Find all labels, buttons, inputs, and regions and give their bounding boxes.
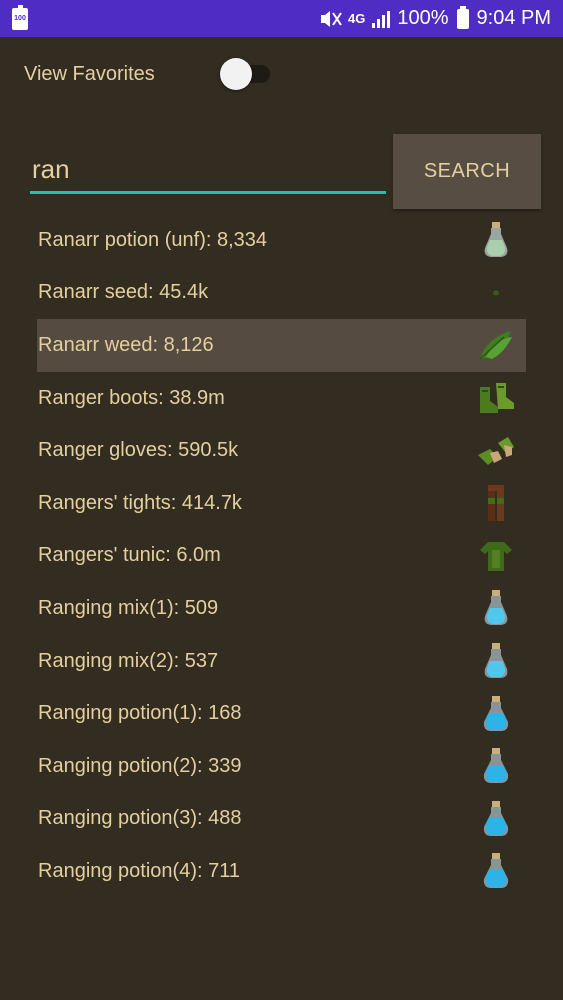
mute-vibrate-icon [318, 8, 342, 30]
result-item-text: Ranger gloves: 590.5k [38, 439, 239, 462]
status-bar: 100 4G 100% 9:04 PM [0, 0, 563, 37]
result-item[interactable]: Ranging potion(3): 488 [37, 793, 526, 846]
herb-potion-vial-icon [466, 217, 526, 263]
result-item[interactable]: Ranging potion(4): 711 [37, 845, 526, 898]
search-input[interactable] [30, 148, 386, 194]
potion-vial-icon [466, 796, 526, 842]
seed-icon [466, 270, 526, 316]
result-item-text: Ranarr seed: 45.4k [38, 281, 209, 304]
result-item-text: Ranarr potion (unf): 8,334 [38, 228, 268, 251]
result-item-text: Ranging potion(3): 488 [38, 807, 242, 830]
result-item[interactable]: Ranger gloves: 590.5k [37, 424, 526, 477]
mix-vial-icon [466, 585, 526, 631]
result-item[interactable]: Ranging mix(2): 537 [37, 635, 526, 688]
mix-vial-icon [466, 638, 526, 684]
result-item[interactable]: Ranger boots: 38.9m [37, 372, 526, 425]
result-item[interactable]: Ranarr potion (unf): 8,334 [37, 214, 526, 267]
result-item-text: Ranger boots: 38.9m [38, 386, 225, 409]
gloves-icon [466, 428, 526, 474]
result-item-text: Ranging mix(2): 537 [38, 649, 219, 672]
battery-small-label: 100 [14, 15, 26, 22]
tunic-icon [466, 533, 526, 579]
result-item[interactable]: Rangers' tights: 414.7k [37, 477, 526, 530]
result-item[interactable]: Ranging mix(1): 509 [37, 582, 526, 635]
herb-leaf-icon [466, 322, 526, 368]
battery-icon [456, 5, 469, 29]
result-item[interactable]: Ranarr weed: 8,126 [37, 319, 526, 372]
tights-icon [466, 480, 526, 526]
potion-vial-icon [466, 743, 526, 789]
result-item-text: Rangers' tights: 414.7k [38, 491, 242, 514]
boots-icon [466, 375, 526, 421]
result-item-text: Ranarr weed: 8,126 [38, 333, 214, 356]
result-item[interactable]: Rangers' tunic: 6.0m [37, 530, 526, 583]
favorites-row: View Favorites [24, 58, 272, 90]
result-item-text: Rangers' tunic: 6.0m [38, 544, 221, 567]
results-list[interactable]: Ranarr potion (unf): 8,334 Ranarr seed: 4… [37, 214, 526, 898]
potion-vial-icon [466, 691, 526, 737]
result-item-text: Ranging potion(2): 339 [38, 754, 242, 777]
search-button[interactable]: SEARCH [393, 134, 541, 209]
clock: 9:04 PM [476, 7, 551, 29]
result-item[interactable]: Ranging potion(1): 168 [37, 687, 526, 740]
result-item-text: Ranging mix(1): 509 [38, 596, 219, 619]
view-favorites-toggle[interactable] [220, 58, 272, 90]
result-item[interactable]: Ranarr seed: 45.4k [37, 267, 526, 320]
signal-icon [371, 9, 391, 29]
battery-notification-icon: 100 [12, 4, 28, 30]
potion-vial-icon [466, 848, 526, 894]
battery-percent: 100% [397, 7, 449, 29]
network-type: 4G [348, 11, 366, 26]
result-item[interactable]: Ranging potion(2): 339 [37, 740, 526, 793]
result-item-text: Ranging potion(1): 168 [38, 702, 242, 725]
result-item-text: Ranging potion(4): 711 [38, 859, 240, 882]
view-favorites-label: View Favorites [24, 62, 155, 85]
toggle-thumb [220, 58, 252, 90]
